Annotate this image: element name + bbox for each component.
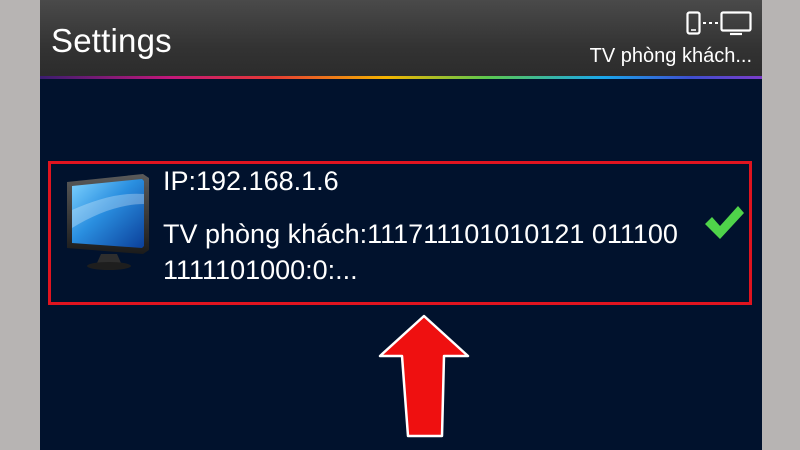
phone-to-tv-icon[interactable] <box>686 10 754 36</box>
rainbow-divider <box>40 76 762 79</box>
device-ip: IP:192.168.1.6 <box>163 166 339 196</box>
tv-icon <box>67 174 149 270</box>
top-bar: Settings TV phòng khách... <box>40 0 762 78</box>
red-arrow-annotation <box>378 314 470 438</box>
page-title: Settings <box>51 22 172 59</box>
checkmark-icon <box>705 206 744 239</box>
device-list-item[interactable]: IP:192.168.1.6 TV phòng khách:1117111010… <box>48 161 752 305</box>
device-name: TV phòng khách:111711101010121 011100111… <box>163 219 678 285</box>
connected-device-label[interactable]: TV phòng khách... <box>590 45 752 68</box>
